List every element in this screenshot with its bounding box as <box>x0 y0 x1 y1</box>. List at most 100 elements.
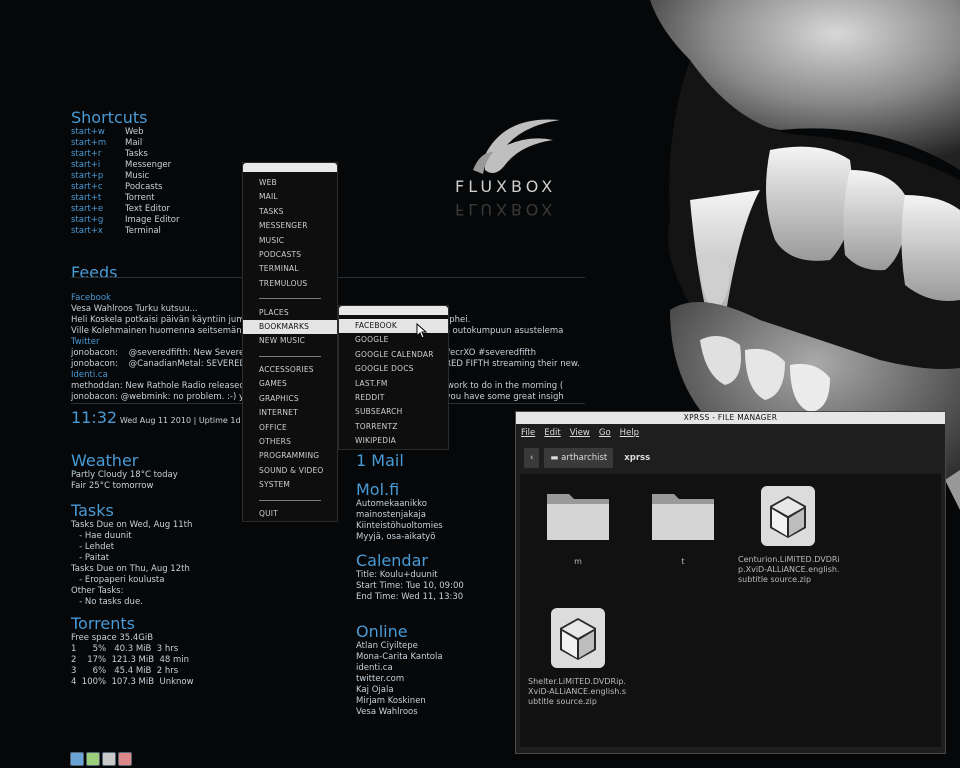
path-segment-home[interactable]: ▬ artharchist <box>544 448 614 468</box>
shortcut-label: Tasks <box>125 149 148 159</box>
package-icon <box>551 608 605 668</box>
shortcut-key: start+m <box>71 138 107 148</box>
menu-item-graphics[interactable]: GRAPHICS <box>243 392 337 406</box>
menu-item-web[interactable]: WEB <box>243 176 337 190</box>
bookmark-item-wikipedia[interactable]: WIKIPEDIA <box>339 434 448 448</box>
fm-menu-view[interactable]: View <box>570 428 590 438</box>
text-line: - Hae duunit <box>71 531 132 541</box>
battery-icon[interactable] <box>118 752 132 766</box>
text-line: 3 6% 45.4 MiB 2 hrs <box>71 666 179 676</box>
bookmark-item-google-calendar[interactable]: GOOGLE CALENDAR <box>339 348 448 362</box>
menu-item-accessories[interactable]: ACCESSORIES <box>243 363 337 377</box>
tasks-panel: Tasks Tasks Due on Wed, Aug 11th - Hae d… <box>71 502 192 608</box>
menu-item-places[interactable]: PLACES <box>243 306 337 320</box>
shortcut-row: start+i Messenger <box>71 160 179 171</box>
shortcut-label: Messenger <box>125 160 172 170</box>
menu-item-music[interactable]: MUSIC <box>243 234 337 248</box>
calendar-heading: Calendar <box>356 551 428 570</box>
shortcut-label: Terminal <box>125 226 161 236</box>
file-manager-titlebar[interactable]: XPRSS - FILE MANAGER <box>516 412 945 424</box>
shortcut-row: start+t Torrent <box>71 193 179 204</box>
file-item[interactable]: t <box>631 484 735 567</box>
package-icon <box>761 486 815 546</box>
path-bar: ‹ ▬ artharchist xprss <box>524 448 656 468</box>
menu-separator <box>243 349 337 363</box>
menu-item-games[interactable]: GAMES <box>243 377 337 391</box>
bookmark-item-torrentz[interactable]: TORRENTZ <box>339 420 448 434</box>
bookmark-item-last-fm[interactable]: LAST.FM <box>339 377 448 391</box>
mail-panel: 1 Mail <box>356 452 404 470</box>
clock-panel: 11:32 Wed Aug 11 2010 | Uptime 1d 15 <box>71 409 253 430</box>
menu-item-tremulous[interactable]: TREMULOUS <box>243 277 337 291</box>
fm-menu-help[interactable]: Help <box>620 428 639 438</box>
file-item[interactable]: m <box>526 484 630 567</box>
menu-item-podcasts[interactable]: PODCASTS <box>243 248 337 262</box>
text-line: End Time: Wed 11, 13:30 <box>356 592 464 602</box>
molfi-panel: Mol.fi Automekaanikko mainostenjakaja Kiin… <box>356 481 443 543</box>
text-line: - Eropaperi koulusta <box>71 575 165 585</box>
bookmark-item-facebook[interactable]: FACEBOOK <box>339 319 448 334</box>
folder-icon: ▬ <box>550 453 559 463</box>
online-lines: Atlan Ciyiltepe Mona-Carita Kantola identi… <box>356 641 443 718</box>
menu-item-messenger[interactable]: MESSENGER <box>243 219 337 233</box>
text-line: mainostenjakaja <box>356 510 426 520</box>
shortcut-key: start+c <box>71 182 103 192</box>
molfi-lines: Automekaanikko mainostenjakaja Kiinteistöh… <box>356 499 443 543</box>
menu-item-mail[interactable]: MAIL <box>243 190 337 204</box>
text-line: Other Tasks: <box>71 586 124 596</box>
torrents-lines: Free space 35.4GiB 1 5% 40.3 MiB 3 hrs 2 1… <box>71 633 194 688</box>
file-item[interactable]: Shelter.LiMiTED.DVDRip.XviD-ALLiANCE.eng… <box>526 606 630 707</box>
text-line: 4 100% 107.3 MiB Unknow <box>71 677 194 687</box>
menu-item-quit[interactable]: QUIT <box>243 507 337 521</box>
shortcut-label: Web <box>125 127 144 137</box>
menu-item-others[interactable]: OTHERS <box>243 435 337 449</box>
network-icon[interactable] <box>86 752 100 766</box>
menu-item-programming[interactable]: PROGRAMMING <box>243 449 337 463</box>
menu-item-terminal[interactable]: TERMINAL <box>243 262 337 276</box>
shortcut-key: start+t <box>71 193 102 203</box>
file-name: m <box>574 557 582 566</box>
shortcut-key: start+i <box>71 160 101 170</box>
shortcut-row: start+e Text Editor <box>71 204 179 215</box>
shortcuts-panel: Shortcuts start+w Web start+m Mail start+r Ta… <box>71 109 179 237</box>
shortcut-row: start+m Mail <box>71 138 179 149</box>
path-segment-current[interactable]: xprss <box>618 448 656 468</box>
text-line: Kiinteistöhuoltomies <box>356 521 443 531</box>
menu-item-internet[interactable]: INTERNET <box>243 406 337 420</box>
text-line: Mirjam Koskinen <box>356 696 426 706</box>
menu-item-system[interactable]: SYSTEM <box>243 478 337 492</box>
fm-menu-edit[interactable]: Edit <box>544 428 560 438</box>
fm-menu-go[interactable]: Go <box>599 428 611 438</box>
menu-item-office[interactable]: OFFICE <box>243 421 337 435</box>
bookmark-item-google-docs[interactable]: GOOGLE DOCS <box>339 362 448 376</box>
bookmark-item-google[interactable]: GOOGLE <box>339 333 448 347</box>
file-manager-menubar: File Edit View Go Help <box>516 424 945 442</box>
root-menu-titlebar[interactable] <box>243 163 337 172</box>
menu-item-tasks[interactable]: TASKS <box>243 205 337 219</box>
weather-lines: Partly Cloudy 18°C today Fair 25°C tomorr… <box>71 470 178 492</box>
path-back-button[interactable]: ‹ <box>524 448 540 468</box>
update-icon[interactable] <box>102 752 116 766</box>
text-line: Automekaanikko <box>356 499 427 509</box>
bookmarks-submenu-titlebar[interactable] <box>339 306 448 315</box>
menu-item-sound-video[interactable]: SOUND & VIDEO <box>243 464 337 478</box>
text-line: Start Time: Tue 10, 09:00 <box>356 581 464 591</box>
folder-icon <box>547 494 609 540</box>
file-item[interactable]: Centurion.LiMiTED.DVDRip.XviD-ALLiANCE.e… <box>736 484 840 585</box>
text-line: Free space 35.4GiB <box>71 633 154 643</box>
shortcut-key: start+r <box>71 149 102 159</box>
menu-separator <box>243 291 337 305</box>
menu-item-new-music[interactable]: NEW MUSIC <box>243 334 337 348</box>
file-view[interactable]: m t Centurion.LiMiTED.DVDRip.XviD-ALLiAN… <box>520 474 941 747</box>
bookmark-item-subsearch[interactable]: SUBSEARCH <box>339 405 448 419</box>
menu-separator <box>243 493 337 507</box>
shortcut-list: start+w Web start+m Mail start+r Tasks start+i… <box>71 127 179 237</box>
dropbox-icon[interactable] <box>70 752 84 766</box>
torrents-heading: Torrents <box>71 614 135 633</box>
bookmark-item-reddit[interactable]: REDDIT <box>339 391 448 405</box>
shortcut-label: Text Editor <box>125 204 171 214</box>
fm-menu-file[interactable]: File <box>521 428 535 438</box>
tasks-heading: Tasks <box>71 501 114 520</box>
text-line: 2 17% 121.3 MiB 48 min <box>71 655 190 665</box>
menu-item-bookmarks[interactable]: BOOKMARKS <box>243 319 337 335</box>
